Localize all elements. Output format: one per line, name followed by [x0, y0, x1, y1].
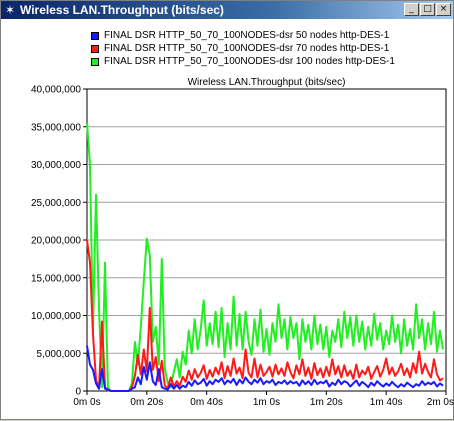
x-tick-label: 0m 40s [190, 397, 223, 408]
x-tick-label: 1m 0s [253, 397, 280, 408]
y-tick-label: 40,000,000 [31, 85, 81, 96]
y-tick-label: 25,000,000 [31, 198, 81, 209]
x-tick-label: 1m 40s [370, 397, 403, 408]
chart-window: ✶ Wireless LAN.Throughput (bits/sec) _ □… [0, 0, 454, 420]
chart-title: Wireless LAN.Throughput (bits/sec) [188, 77, 346, 88]
y-tick-label: 15,000,000 [31, 273, 81, 284]
x-tick-label: 0m 0s [73, 397, 100, 408]
y-tick-label: 30,000,000 [31, 160, 81, 171]
x-tick-label: 2m 0s [427, 397, 454, 408]
y-tick-label: 20,000,000 [31, 236, 81, 247]
y-tick-label: 10,000,000 [31, 311, 81, 322]
y-tick-label: 5,000,000 [37, 349, 82, 360]
y-tick-label: 35,000,000 [31, 122, 81, 133]
y-tick-label: 0 [75, 387, 81, 398]
x-tick-label: 0m 20s [130, 397, 163, 408]
throughput-chart: Wireless LAN.Throughput (bits/sec) 0 5,000… [31, 77, 454, 408]
x-tick-label: 1m 20s [310, 397, 343, 408]
